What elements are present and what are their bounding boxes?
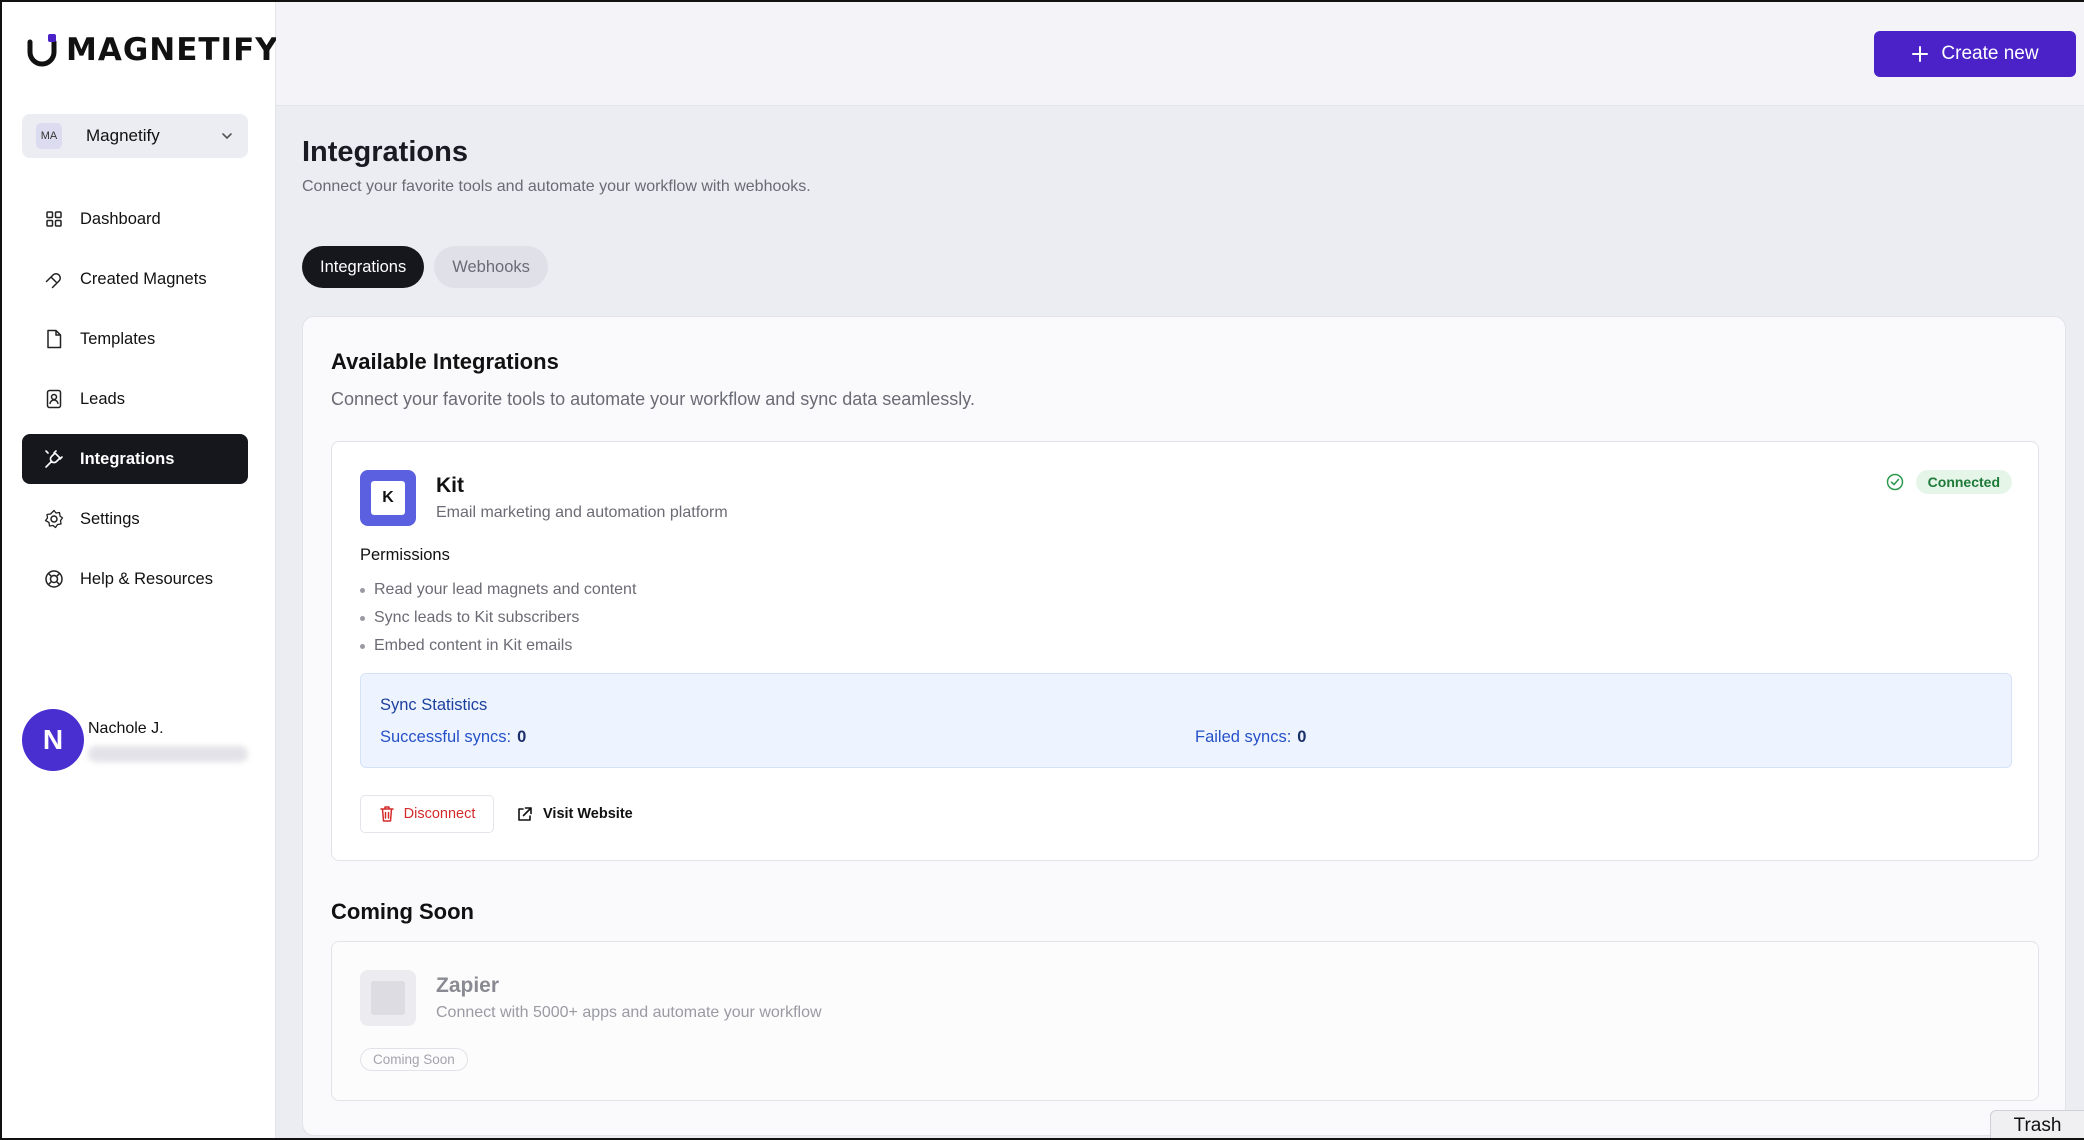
workspace-name: Magnetify [86, 126, 160, 145]
sidebar-item-label: Integrations [80, 449, 175, 468]
integration-name: Zapier [436, 974, 500, 997]
sidebar-item-created-magnets[interactable]: Created Magnets [22, 254, 248, 304]
user-email-blurred [88, 746, 248, 762]
sidebar: MAGNETIFY MA Magnetify Dashboard Created… [0, 0, 279, 1140]
kit-logo: K [360, 470, 416, 526]
workspace-badge: MA [36, 123, 62, 149]
create-new-label: Create new [1941, 43, 2039, 64]
permissions-title: Permissions [360, 546, 450, 564]
sidebar-item-templates[interactable]: Templates [22, 314, 248, 364]
zapier-logo [360, 970, 416, 1026]
plus-icon [1912, 46, 1929, 62]
page-subtitle: Connect your favorite tools and automate… [302, 178, 811, 195]
coming-soon-title: Coming Soon [331, 899, 474, 924]
sidebar-item-settings[interactable]: Settings [22, 494, 248, 544]
permissions-list: Read your lead magnets and content Sync … [360, 576, 636, 660]
sidebar-item-label: Help & Resources [80, 569, 213, 588]
available-integrations-subtitle: Connect your favorite tools to automate … [331, 389, 975, 409]
sidebar-item-label: Created Magnets [80, 269, 207, 288]
tab-bar: Integrations Webhooks [302, 246, 548, 288]
brand-name: MAGNETIFY [66, 32, 279, 68]
topbar: Create new [276, 0, 2084, 106]
sidebar-item-leads[interactable]: Leads [22, 374, 248, 424]
available-integrations-title: Available Integrations [331, 349, 559, 374]
tab-webhooks[interactable]: Webhooks [434, 246, 548, 288]
integration-description: Email marketing and automation platform [436, 504, 728, 521]
sync-statistics-title: Sync Statistics [380, 696, 488, 714]
failed-syncs: Failed syncs: 0 [1195, 728, 1307, 746]
trash-button[interactable]: Trash [1990, 1110, 2084, 1140]
user-profile[interactable]: N Nachole J. [22, 709, 248, 771]
sidebar-item-label: Dashboard [80, 209, 161, 228]
magnet-icon [44, 269, 64, 289]
workspace-switcher[interactable]: MA Magnetify [22, 114, 248, 158]
sidebar-item-label: Settings [80, 509, 140, 528]
create-new-button[interactable]: Create new [1874, 31, 2076, 77]
tab-integrations[interactable]: Integrations [302, 246, 425, 288]
disconnect-button[interactable]: Disconnect [360, 795, 494, 833]
grid-icon [44, 209, 64, 229]
visit-website-link[interactable]: Visit Website [516, 795, 633, 833]
sidebar-item-label: Templates [80, 329, 156, 348]
gear-icon [44, 509, 64, 529]
avatar: N [22, 709, 84, 771]
page-title: Integrations [302, 136, 468, 168]
successful-syncs: Successful syncs: 0 [380, 728, 527, 746]
trash-icon [379, 806, 394, 822]
check-circle-icon [1886, 473, 1903, 491]
document-icon [44, 329, 64, 349]
logo[interactable]: MAGNETIFY [22, 30, 279, 70]
plug-icon [44, 449, 64, 469]
integration-name: Kit [436, 474, 464, 497]
external-link-icon [518, 806, 532, 821]
kit-integration-card: K Kit Email marketing and automation pla… [331, 441, 2039, 861]
sidebar-item-integrations[interactable]: Integrations [22, 434, 248, 484]
sidebar-item-label: Leads [80, 389, 125, 408]
coming-soon-badge: Coming Soon [360, 1048, 468, 1071]
list-item: Embed content in Kit emails [360, 632, 636, 660]
chevron-down-icon [222, 133, 232, 140]
lifebuoy-icon [44, 569, 64, 589]
user-name: Nachole J. [88, 720, 164, 737]
integration-description: Connect with 5000+ apps and automate you… [436, 1004, 822, 1021]
disconnect-label: Disconnect [403, 806, 476, 822]
contacts-icon [44, 389, 64, 409]
list-item: Read your lead magnets and content [360, 576, 636, 604]
main-content: Integrations Connect your favorite tools… [276, 106, 2084, 1140]
status-badge: Connected [1915, 470, 2012, 494]
list-item: Sync leads to Kit subscribers [360, 604, 636, 632]
sync-statistics: Sync Statistics Successful syncs: 0 Faile… [360, 673, 2012, 768]
sidebar-item-help-resources[interactable]: Help & Resources [22, 554, 248, 604]
status-indicator: Connected [1886, 470, 2012, 494]
integrations-panel: Available Integrations Connect your favo… [302, 316, 2066, 1136]
magnet-logo-icon [27, 34, 57, 67]
sidebar-item-dashboard[interactable]: Dashboard [22, 194, 248, 244]
visit-website-label: Visit Website [543, 806, 633, 822]
sidebar-nav: Dashboard Created Magnets Templates Lead… [22, 194, 248, 614]
zapier-integration-card: Zapier Connect with 5000+ apps and autom… [331, 941, 2039, 1101]
